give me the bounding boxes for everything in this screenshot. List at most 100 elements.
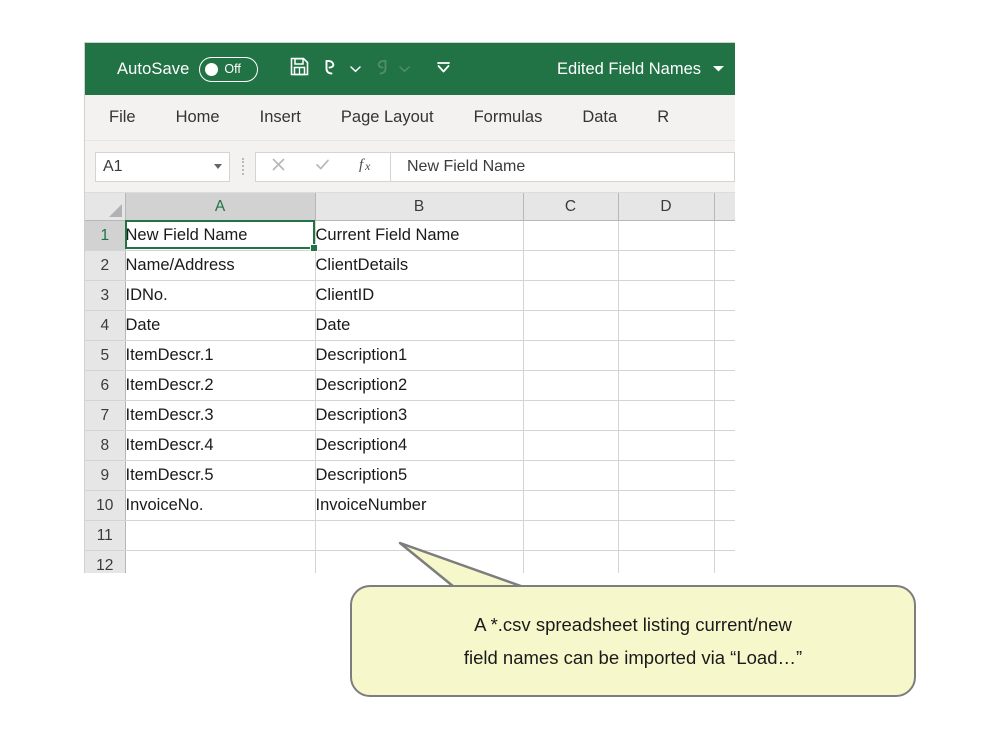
cell-d9[interactable]: [618, 460, 715, 491]
column-header-c[interactable]: C: [523, 193, 619, 221]
cell-e2[interactable]: [714, 250, 735, 281]
cell-a3[interactable]: IDNo.: [125, 280, 316, 311]
column-header-a[interactable]: A: [125, 193, 316, 221]
customize-quick-access-toolbar-button[interactable]: [428, 52, 458, 86]
row-header-12[interactable]: 12: [85, 550, 126, 573]
cell-c2[interactable]: [523, 250, 619, 281]
redo-button[interactable]: [365, 52, 395, 86]
cell-b7[interactable]: Description3: [315, 400, 524, 431]
cell-c6[interactable]: [523, 370, 619, 401]
cell-c11[interactable]: [523, 520, 619, 551]
cell-e5[interactable]: [714, 340, 735, 371]
close-icon[interactable]: [270, 156, 287, 178]
cell-a2[interactable]: Name/Address: [125, 250, 316, 281]
cell-b4[interactable]: Date: [315, 310, 524, 341]
column-header-e-partial[interactable]: [714, 193, 735, 221]
row-header-2[interactable]: 2: [85, 250, 126, 281]
cell-b11[interactable]: [315, 520, 524, 551]
tab-file[interactable]: File: [85, 95, 156, 140]
cell-d10[interactable]: [618, 490, 715, 521]
cell-a9[interactable]: ItemDescr.5: [125, 460, 316, 491]
cell-a5[interactable]: ItemDescr.1: [125, 340, 316, 371]
row-header-8[interactable]: 8: [85, 430, 126, 461]
cell-c7[interactable]: [523, 400, 619, 431]
cell-d6[interactable]: [618, 370, 715, 401]
cell-d5[interactable]: [618, 340, 715, 371]
cell-d12[interactable]: [618, 550, 715, 573]
cell-c4[interactable]: [523, 310, 619, 341]
cell-d1[interactable]: [618, 220, 715, 251]
cell-c12[interactable]: [523, 550, 619, 573]
name-box[interactable]: A1: [95, 151, 230, 182]
cell-a4[interactable]: Date: [125, 310, 316, 341]
column-header-d[interactable]: D: [618, 193, 715, 221]
cell-e3[interactable]: [714, 280, 735, 311]
cell-e8[interactable]: [714, 430, 735, 461]
cell-b5[interactable]: Description1: [315, 340, 524, 371]
row-header-4[interactable]: 4: [85, 310, 126, 341]
cell-e11[interactable]: [714, 520, 735, 551]
cell-a6[interactable]: ItemDescr.2: [125, 370, 316, 401]
tab-home[interactable]: Home: [156, 95, 240, 140]
document-title-group[interactable]: Edited Field Names: [557, 43, 725, 95]
cell-c3[interactable]: [523, 280, 619, 311]
save-button[interactable]: [284, 52, 314, 86]
cell-e9[interactable]: [714, 460, 735, 491]
formula-input[interactable]: New Field Name: [391, 151, 735, 182]
tab-page-layout[interactable]: Page Layout: [321, 95, 454, 140]
row-header-6[interactable]: 6: [85, 370, 126, 401]
cell-b6[interactable]: Description2: [315, 370, 524, 401]
cell-d4[interactable]: [618, 310, 715, 341]
cell-b10[interactable]: InvoiceNumber: [315, 490, 524, 521]
cell-d2[interactable]: [618, 250, 715, 281]
cell-e4[interactable]: [714, 310, 735, 341]
cell-c9[interactable]: [523, 460, 619, 491]
row-header-10[interactable]: 10: [85, 490, 126, 521]
row-header-11[interactable]: 11: [85, 520, 126, 551]
cell-c8[interactable]: [523, 430, 619, 461]
check-icon[interactable]: [314, 156, 331, 178]
cell-a1[interactable]: New Field Name: [125, 220, 316, 251]
cell-d7[interactable]: [618, 400, 715, 431]
redo-dropdown-button[interactable]: [397, 52, 412, 86]
undo-dropdown-button[interactable]: [348, 52, 363, 86]
row-header-7[interactable]: 7: [85, 400, 126, 431]
fill-handle[interactable]: [310, 244, 318, 252]
tab-formulas[interactable]: Formulas: [454, 95, 563, 140]
cell-c5[interactable]: [523, 340, 619, 371]
cell-a12[interactable]: [125, 550, 316, 573]
cell-b12[interactable]: [315, 550, 524, 573]
cell-b8[interactable]: Description4: [315, 430, 524, 461]
cell-d8[interactable]: [618, 430, 715, 461]
fx-icon[interactable]: f x: [358, 155, 377, 179]
cell-a8[interactable]: ItemDescr.4: [125, 430, 316, 461]
cell-a7[interactable]: ItemDescr.3: [125, 400, 316, 431]
cell-c1[interactable]: [523, 220, 619, 251]
row-header-5[interactable]: 5: [85, 340, 126, 371]
row-header-3[interactable]: 3: [85, 280, 126, 311]
cell-e10[interactable]: [714, 490, 735, 521]
tab-review[interactable]: R: [637, 95, 689, 140]
cell-d3[interactable]: [618, 280, 715, 311]
tab-data[interactable]: Data: [562, 95, 637, 140]
cell-b1[interactable]: Current Field Name: [315, 220, 524, 251]
cell-b3[interactable]: ClientID: [315, 280, 524, 311]
cell-e12[interactable]: [714, 550, 735, 573]
select-all-corner[interactable]: [85, 193, 126, 221]
undo-button[interactable]: [316, 52, 346, 86]
cell-a10[interactable]: InvoiceNo.: [125, 490, 316, 521]
cell-b2[interactable]: ClientDetails: [315, 250, 524, 281]
tab-insert[interactable]: Insert: [240, 95, 321, 140]
column-header-b[interactable]: B: [315, 193, 524, 221]
row-header-1[interactable]: 1: [85, 220, 126, 251]
row-header-9[interactable]: 9: [85, 460, 126, 491]
formula-bar-divider: [242, 158, 245, 175]
cell-c10[interactable]: [523, 490, 619, 521]
cell-b9[interactable]: Description5: [315, 460, 524, 491]
autosave-toggle[interactable]: Off: [199, 56, 259, 82]
cell-e6[interactable]: [714, 370, 735, 401]
cell-d11[interactable]: [618, 520, 715, 551]
cell-e1[interactable]: [714, 220, 735, 251]
cell-a11[interactable]: [125, 520, 316, 551]
cell-e7[interactable]: [714, 400, 735, 431]
